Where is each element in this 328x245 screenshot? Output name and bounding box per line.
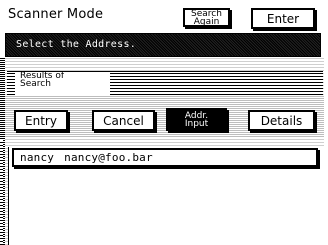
entry-button[interactable]: Entry — [14, 110, 68, 131]
message-bar: Select the Address. — [5, 33, 321, 57]
scanner-screen: Scanner Mode Search Again Enter Select t… — [0, 0, 328, 245]
details-button[interactable]: Details — [248, 110, 315, 131]
results-tab-label: Results of Search — [20, 72, 64, 89]
page-title: Scanner Mode — [8, 7, 104, 22]
search-again-label-line2: Again — [193, 16, 220, 27]
result-email: nancy@foo.bar — [64, 151, 153, 164]
details-label: Details — [260, 113, 303, 128]
addr-input-label-line2: Input — [184, 118, 209, 129]
list-item[interactable]: nancy nancy@foo.bar — [12, 148, 318, 167]
cancel-label: Cancel — [103, 113, 144, 128]
cancel-button[interactable]: Cancel — [92, 110, 155, 131]
result-name: nancy — [20, 151, 55, 164]
message-text: Select the Address. — [16, 39, 137, 50]
addr-input-button[interactable]: Addr. Input — [166, 108, 227, 131]
enter-button[interactable]: Enter — [251, 8, 315, 29]
enter-label: Enter — [266, 11, 300, 26]
results-tab-label-line2: Search — [20, 79, 51, 89]
left-tick-pattern — [0, 140, 3, 245]
entry-label: Entry — [25, 113, 57, 128]
search-again-button[interactable]: Search Again — [183, 8, 230, 27]
